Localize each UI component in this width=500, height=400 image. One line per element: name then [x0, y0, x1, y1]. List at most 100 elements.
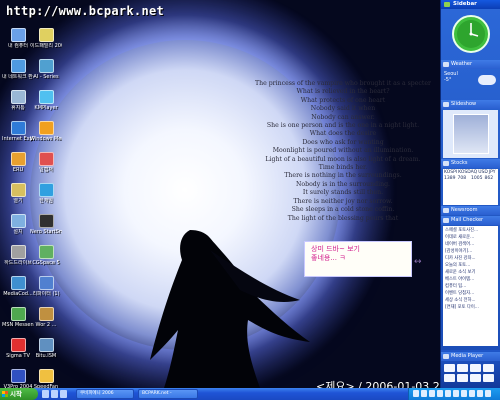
slideshow-gadget[interactable]: [443, 110, 498, 158]
weather-gadget[interactable]: Seoul -5°: [441, 69, 500, 99]
desktop-icon-image: [10, 245, 26, 259]
quick-launch-button[interactable]: [444, 364, 455, 372]
desktop-icon[interactable]: Windows Media...: [30, 121, 62, 152]
quick-launch-button[interactable]: [483, 374, 494, 382]
quick-launch-button[interactable]: [457, 364, 468, 372]
desktop-icon-image: [10, 28, 26, 42]
desktop-icon[interactable]: AI - Series: [30, 59, 62, 90]
media-player-header[interactable]: Media Player: [441, 352, 500, 361]
feed-item[interactable]: 디카 사진 강좌...: [445, 255, 496, 262]
taskbar-task-button[interactable]: BCPARK.net -: [138, 389, 198, 399]
weather-icon: [443, 62, 449, 67]
quick-launch-button[interactable]: [470, 374, 481, 382]
feed-item[interactable]: [감성이야기]...: [445, 248, 496, 255]
feed-item[interactable]: 세상 소식 전하...: [445, 297, 496, 304]
system-tray: [408, 388, 500, 400]
sidebar-bottom-panel: Media Player: [441, 350, 500, 388]
desktop-icon-image: [38, 338, 54, 352]
desktop-icon-image: [10, 90, 26, 104]
feed-item[interactable]: 오늘의 포토...: [445, 262, 496, 269]
desktop-icon[interactable]: Bitu.ISM: [30, 338, 62, 369]
desktop-icon-label: AI - Series: [33, 74, 59, 80]
slideshow-header[interactable]: Slideshow: [441, 100, 500, 109]
watermark-url: http://www.bcpark.net: [6, 4, 165, 18]
feed-item[interactable]: 이데로 새로운...: [445, 234, 496, 241]
sticky-note[interactable]: 상미 드바~ 보기 좋네용... ㅋ: [304, 241, 412, 277]
tray-icon[interactable]: [421, 390, 427, 397]
quick-launch-button[interactable]: [483, 364, 494, 372]
quick-launch-icon[interactable]: [51, 390, 58, 398]
poem-line: Nobody can answer.: [311, 113, 375, 121]
tray-icon[interactable]: [413, 390, 419, 397]
desktop-icon-image: [10, 307, 26, 321]
tray-icons: [413, 390, 491, 397]
note-line-1: 상미 드바~ 보기: [311, 245, 360, 253]
desktop-icon[interactable]: SpeedFan: [30, 369, 62, 388]
silhouette-figure: [150, 230, 310, 388]
desktop-icon[interactable]: 리파이터 (1): [30, 276, 62, 307]
feed-list: 스페셜 포토사진... 이데로 새로운... 네이버 검색어... [감성이야기]..…: [443, 226, 498, 346]
poem-line: There is neither joy nor sorrow.: [293, 197, 393, 205]
poem-line: Does who ask for wanting: [302, 138, 384, 146]
tray-icon[interactable]: [429, 390, 435, 397]
poem-line: What is relieved in the heart?: [296, 88, 390, 96]
desktop-icon[interactable]: Wor 2 ...: [30, 307, 62, 338]
feed-item[interactable]: 베스트 아이템...: [445, 276, 496, 283]
taskbar-task-button[interactable]: 쿠비피에니 2006: [76, 389, 134, 399]
desktop-icon[interactable]: CGSpace 5: [30, 245, 62, 276]
desktop-icon-label: KMPlayer: [34, 105, 58, 111]
desktop-icon-image: [10, 276, 26, 290]
cloud-icon: [478, 75, 496, 85]
quick-launch-icon[interactable]: [60, 390, 67, 398]
desktop-icon[interactable]: KMPlayer: [30, 90, 62, 121]
tray-icon[interactable]: [445, 390, 451, 397]
tray-icon[interactable]: [461, 390, 467, 397]
desktop-icon-label: 이드패밀리 2006: [30, 43, 62, 49]
poem-line: The princess of the vampire who brought …: [254, 80, 432, 87]
desktop-icon-image: [10, 338, 26, 352]
desktop-icon-image: [38, 183, 54, 197]
sidebar-title-bar[interactable]: Sidebar: [441, 0, 500, 9]
start-button[interactable]: 시작: [0, 388, 38, 400]
feed-item[interactable]: 컴퓨터 팁...: [445, 283, 496, 290]
media-icon: [443, 354, 449, 359]
weather-header[interactable]: Weather: [441, 60, 500, 69]
stocks-header[interactable]: Stocks: [441, 159, 500, 168]
mail-header[interactable]: Mail Checker: [441, 216, 500, 225]
feed-item[interactable]: 스페셜 포토사진...: [445, 227, 496, 234]
desktop-icon-image: [10, 369, 26, 383]
quick-launch-button[interactable]: [470, 364, 481, 372]
desktop-icon-image: [38, 121, 54, 135]
desktop-icon[interactable]: 한게임: [30, 183, 62, 214]
quick-launch-icon[interactable]: [42, 390, 49, 398]
quick-launch-button[interactable]: [444, 374, 455, 382]
desktop-icon-label: 리파이터 (1): [32, 291, 60, 297]
mail-icon: [443, 218, 449, 223]
analog-clock-gadget[interactable]: [441, 9, 500, 59]
desktop-icon[interactable]: 알캡처: [30, 152, 62, 183]
desktop-icon-image: [38, 276, 54, 290]
stocks-gadget[interactable]: KOSPI KOSDAQ USD JPY 1389 708 1005 862: [443, 169, 498, 205]
feed-item[interactable]: 이벤트 당첨자...: [445, 290, 496, 297]
tray-icon[interactable]: [485, 390, 491, 397]
quick-launch-button[interactable]: [457, 374, 468, 382]
desktop-icon-image: [38, 152, 54, 166]
feed-item[interactable]: [연재] 포토 다이...: [445, 304, 496, 311]
tray-icon[interactable]: [437, 390, 443, 397]
sidebar-logo-icon: [444, 2, 450, 7]
tray-icon[interactable]: [453, 390, 459, 397]
feed-item[interactable]: 새로운 소식 보기: [445, 269, 496, 276]
desktop-icon[interactable]: Nero StartSmart: [30, 214, 62, 245]
desktop-icon-image: [10, 183, 26, 197]
sidebar-title: Sidebar: [453, 1, 477, 7]
desktop-icon-label: CGSpace 5: [32, 260, 60, 266]
quick-launch-bar: [42, 390, 67, 398]
poem-line: What protects of one heart: [300, 96, 386, 104]
feed-item[interactable]: 네이버 검색어...: [445, 241, 496, 248]
tray-icon[interactable]: [477, 390, 483, 397]
news-header[interactable]: Newsroom: [441, 206, 500, 215]
tray-icon[interactable]: [469, 390, 475, 397]
stocks-icon: [443, 161, 449, 166]
desktop-icon[interactable]: 이드패밀리 2006: [30, 28, 62, 59]
clock-icon: [451, 15, 490, 53]
